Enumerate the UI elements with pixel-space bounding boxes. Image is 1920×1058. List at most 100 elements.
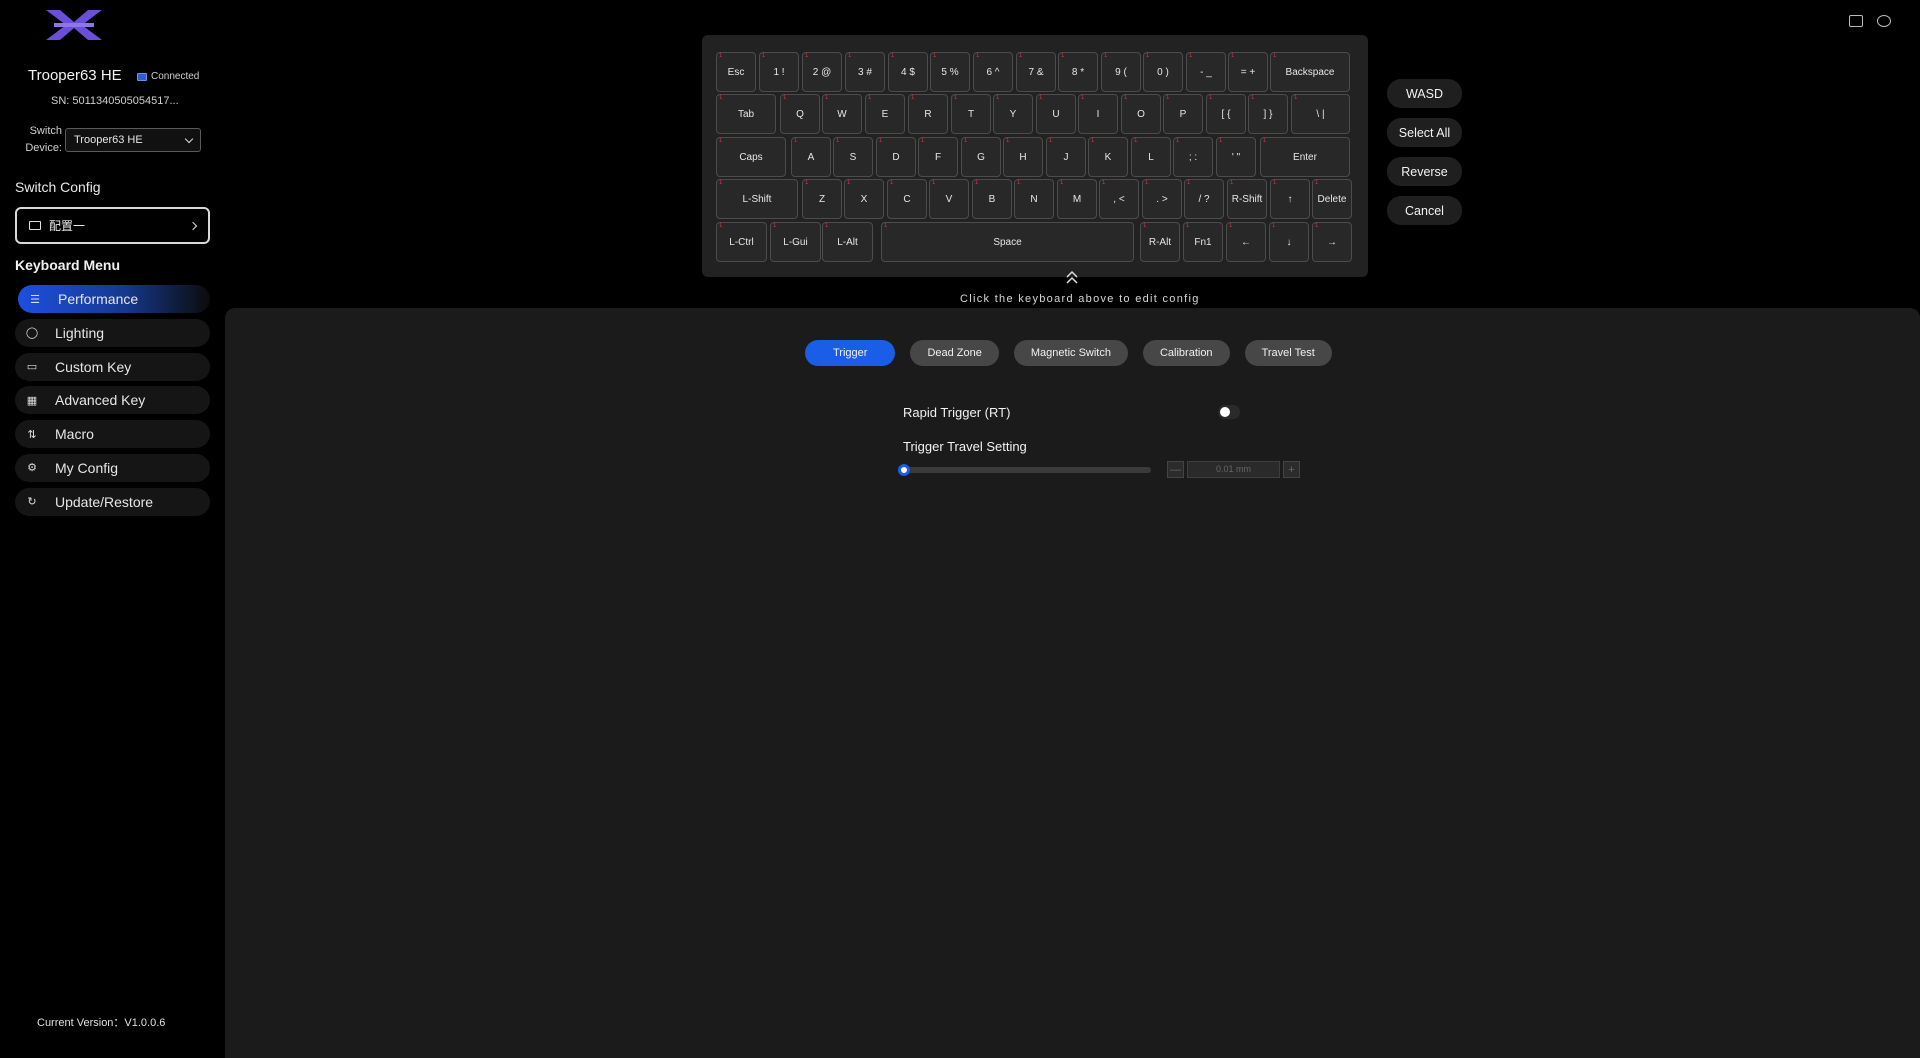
key-lgui[interactable]: L-Gui: [770, 222, 821, 262]
tab-magnetic-switch[interactable]: Magnetic Switch: [1013, 340, 1128, 366]
key-n[interactable]: N: [1014, 179, 1054, 219]
toggle-knob: [1220, 407, 1230, 417]
key-8[interactable]: 8 *: [1058, 52, 1098, 92]
key-q[interactable]: Q: [780, 94, 820, 134]
key-lshift[interactable]: L-Shift: [716, 179, 798, 219]
reverse-button[interactable]: Reverse: [1387, 157, 1462, 186]
key-caps[interactable]: Caps: [716, 137, 786, 177]
key-5[interactable]: 5 %: [930, 52, 970, 92]
key-lalt[interactable]: L-Alt: [822, 222, 873, 262]
key-space[interactable]: Space: [881, 222, 1134, 262]
key-r[interactable]: R: [908, 94, 948, 134]
key-7[interactable]: 7 &: [1016, 52, 1056, 92]
key-3[interactable]: 3 #: [845, 52, 885, 92]
key-6[interactable]: 6 ^: [973, 52, 1013, 92]
key-tab[interactable]: Tab: [716, 94, 776, 134]
key-esc[interactable]: Esc: [716, 52, 756, 92]
rapid-trigger-toggle[interactable]: [1218, 405, 1240, 419]
device-select[interactable]: Trooper63 HE: [65, 128, 201, 152]
menu-item-label: Update/Restore: [55, 493, 154, 510]
menu-item-custom-key[interactable]: ▭ Custom Key: [15, 352, 210, 381]
refresh-icon: ↻: [27, 496, 37, 509]
key-1[interactable]: 1 !: [759, 52, 799, 92]
language-icon[interactable]: [1877, 15, 1891, 27]
key-k[interactable]: K: [1088, 137, 1128, 177]
menu-item-lighting[interactable]: ◯ Lighting: [15, 318, 210, 347]
decrement-button[interactable]: —: [1167, 461, 1184, 478]
key-[interactable]: ' ": [1216, 137, 1256, 177]
key-fn1[interactable]: Fn1: [1183, 222, 1223, 262]
key-[interactable]: , <: [1099, 179, 1139, 219]
key-w[interactable]: W: [822, 94, 862, 134]
key-v[interactable]: V: [929, 179, 969, 219]
key-[interactable]: . >: [1142, 179, 1182, 219]
key-x[interactable]: X: [844, 179, 884, 219]
key-[interactable]: \ |: [1291, 94, 1350, 134]
wasd-button[interactable]: WASD: [1387, 79, 1462, 108]
key-0[interactable]: 0 ): [1143, 52, 1183, 92]
keyboard-hint: Click the keyboard above to edit config: [960, 293, 1200, 305]
tab-dead-zone[interactable]: Dead Zone: [910, 340, 999, 366]
key-[interactable]: ↑: [1270, 179, 1310, 219]
keyboard-icon: [29, 221, 41, 230]
tab-calibration[interactable]: Calibration: [1142, 340, 1230, 366]
key-t[interactable]: T: [951, 94, 991, 134]
key-h[interactable]: H: [1003, 137, 1043, 177]
sliders-icon: ☰: [30, 293, 40, 306]
menu-item-my-config[interactable]: ⚙ My Config: [15, 453, 210, 482]
key-2[interactable]: 2 @: [802, 52, 842, 92]
key-s[interactable]: S: [833, 137, 873, 177]
cancel-button[interactable]: Cancel: [1387, 196, 1462, 225]
increment-button[interactable]: +: [1283, 461, 1300, 478]
trigger-travel-slider[interactable]: [903, 467, 1151, 473]
key-[interactable]: ←: [1226, 222, 1266, 262]
tab-travel-test[interactable]: Travel Test: [1244, 340, 1332, 366]
gear-icon: ⚙: [27, 462, 37, 475]
key-f[interactable]: F: [918, 137, 958, 177]
key-rshift[interactable]: R-Shift: [1227, 179, 1267, 219]
menu-item-macro[interactable]: ⇅ Macro: [15, 420, 210, 449]
key-[interactable]: / ?: [1184, 179, 1224, 219]
key-c[interactable]: C: [887, 179, 927, 219]
key-d[interactable]: D: [876, 137, 916, 177]
key-a[interactable]: A: [791, 137, 831, 177]
key-z[interactable]: Z: [802, 179, 842, 219]
collapse-up-icon[interactable]: [1064, 270, 1080, 286]
key-m[interactable]: M: [1057, 179, 1097, 219]
key-[interactable]: - _: [1186, 52, 1226, 92]
tab-trigger[interactable]: Trigger: [805, 340, 896, 366]
key-i[interactable]: I: [1078, 94, 1118, 134]
key-delete[interactable]: Delete: [1312, 179, 1352, 219]
key-[interactable]: ; :: [1173, 137, 1213, 177]
key-[interactable]: →: [1312, 222, 1352, 262]
key-y[interactable]: Y: [993, 94, 1033, 134]
key-[interactable]: ↓: [1269, 222, 1309, 262]
key-9[interactable]: 9 (: [1101, 52, 1141, 92]
key-enter[interactable]: Enter: [1260, 137, 1350, 177]
config-selector-button[interactable]: 配置一: [15, 207, 210, 244]
key-g[interactable]: G: [961, 137, 1001, 177]
key-o[interactable]: O: [1121, 94, 1161, 134]
menu-item-performance[interactable]: ☰ Performance: [18, 285, 210, 313]
window-minimize-icon[interactable]: [1849, 15, 1863, 27]
key-backspace[interactable]: Backspace: [1270, 52, 1350, 92]
key-ralt[interactable]: R-Alt: [1140, 222, 1180, 262]
key-j[interactable]: J: [1046, 137, 1086, 177]
key-[interactable]: = +: [1228, 52, 1268, 92]
macro-icon: ⇅: [27, 428, 37, 441]
key-b[interactable]: B: [972, 179, 1012, 219]
key-[interactable]: [ {: [1206, 94, 1246, 134]
key-e[interactable]: E: [865, 94, 905, 134]
select-all-button[interactable]: Select All: [1387, 118, 1462, 147]
menu-item-advanced-key[interactable]: ▦ Advanced Key: [15, 386, 210, 415]
key-p[interactable]: P: [1163, 94, 1203, 134]
key-u[interactable]: U: [1036, 94, 1076, 134]
trigger-travel-slider-handle[interactable]: [898, 464, 910, 476]
connection-status: Connected: [137, 71, 199, 82]
menu-item-update-restore[interactable]: ↻ Update/Restore: [15, 487, 210, 516]
key-lctrl[interactable]: L-Ctrl: [716, 222, 767, 262]
travel-value-input[interactable]: 0.01 mm: [1187, 461, 1280, 478]
key-l[interactable]: L: [1131, 137, 1171, 177]
key-4[interactable]: 4 $: [888, 52, 928, 92]
key-[interactable]: ] }: [1248, 94, 1288, 134]
